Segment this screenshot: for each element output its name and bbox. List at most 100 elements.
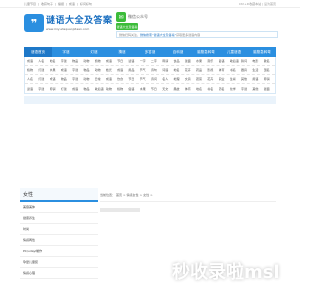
category-link[interactable]: 成语	[106, 59, 117, 63]
sidebar-item[interactable]: 情感两性	[20, 235, 98, 246]
nav-item[interactable]: 猜谜	[108, 47, 136, 57]
sidebar-item[interactable]: 健康养生	[20, 213, 98, 224]
sidebar-item[interactable]: 情感心理	[20, 268, 98, 279]
category-link[interactable]: 国名	[264, 68, 275, 72]
category-link[interactable]: 字谜	[61, 59, 72, 63]
sidebar-item[interactable]: 孕婴儿童装	[20, 257, 98, 268]
top-link[interactable]: 播报	[58, 2, 64, 6]
crumb-link[interactable]: 女性	[143, 193, 149, 197]
category-link[interactable]: 字谜	[72, 68, 83, 72]
nav-item[interactable]: 脑筋急转弯	[192, 47, 220, 57]
nav-item[interactable]: 多答谜	[136, 47, 164, 57]
category-link[interactable]: 化学	[230, 87, 241, 91]
category-link[interactable]: 物品	[61, 77, 72, 81]
category-link[interactable]: 谜面	[185, 59, 196, 63]
category-link[interactable]: 地名	[196, 87, 207, 91]
category-link[interactable]: 花卉	[207, 77, 218, 81]
sidebar-item[interactable]: 时尚	[20, 224, 98, 235]
category-link[interactable]: 词语	[162, 68, 173, 72]
category-link[interactable]: 生活	[252, 68, 263, 72]
category-link[interactable]: 字谜	[72, 77, 83, 81]
category-link[interactable]: 诗句	[151, 68, 162, 72]
category-link[interactable]: 其他	[241, 77, 252, 81]
category-link[interactable]: 水果	[50, 68, 61, 72]
category-link[interactable]: 书名	[207, 87, 218, 91]
category-link[interactable]: 地名	[173, 68, 184, 72]
category-link[interactable]: 字谜	[241, 87, 252, 91]
category-link[interactable]: 书名	[230, 68, 241, 72]
sidebar-item[interactable]: 美容美体	[20, 202, 98, 213]
category-link[interactable]: 植物	[27, 68, 38, 72]
top-link[interactable]: 好词好句	[80, 2, 92, 6]
category-link[interactable]: 成语	[117, 68, 128, 72]
category-link[interactable]: 歌名	[264, 59, 275, 63]
category-link[interactable]: 水果	[196, 59, 207, 63]
category-link[interactable]: 用语	[252, 77, 263, 81]
category-link[interactable]: 人名	[38, 59, 49, 63]
category-link[interactable]: 二字	[151, 59, 162, 63]
category-link[interactable]: 物品	[72, 59, 83, 63]
category-link[interactable]: 成语	[50, 77, 61, 81]
category-link[interactable]: 节气	[140, 77, 151, 81]
category-link[interactable]: 饮食	[117, 77, 128, 81]
category-link[interactable]: 影视	[207, 68, 218, 72]
category-link[interactable]: 电影	[252, 59, 263, 63]
category-link[interactable]: 猜词	[241, 59, 252, 63]
category-link[interactable]: 谜面	[264, 87, 275, 91]
crumb-link[interactable]: 首页	[116, 193, 122, 197]
nav-item[interactable]: 百科谜	[164, 47, 192, 57]
category-link[interactable]: 植物	[95, 59, 106, 63]
category-link[interactable]: 人名	[27, 77, 38, 81]
nav-item[interactable]: 儿童谜语	[220, 47, 248, 57]
nav-item[interactable]: 字谜	[52, 47, 80, 57]
category-link[interactable]: 体育	[219, 68, 230, 72]
category-link[interactable]: 成语	[106, 77, 117, 81]
category-link[interactable]: 成语	[61, 68, 72, 72]
category-link[interactable]: 日常	[95, 77, 106, 81]
nav-item[interactable]: 灯谜	[80, 47, 108, 57]
category-link[interactable]: 地理	[173, 77, 184, 81]
category-link[interactable]: 物品	[83, 87, 94, 91]
category-link[interactable]: 节气	[140, 68, 151, 72]
category-link[interactable]: 字谜	[38, 87, 49, 91]
category-link[interactable]: 职业	[219, 77, 230, 81]
category-link[interactable]: 灯谜	[61, 87, 72, 91]
category-link[interactable]: 成语	[72, 87, 83, 91]
category-link[interactable]: 节日	[151, 87, 162, 91]
category-link[interactable]: 药品	[196, 68, 207, 72]
bookmark-links[interactable]: Ctrl+D收藏本站 | 设为首页	[239, 2, 276, 6]
category-link[interactable]: 一字	[140, 59, 151, 63]
category-link[interactable]: 其他	[252, 87, 263, 91]
category-link[interactable]: 称谓	[162, 59, 173, 63]
category-link[interactable]: 灯谜	[38, 77, 49, 81]
category-link[interactable]: 植物	[117, 87, 128, 91]
category-link[interactable]: 生肖	[230, 77, 241, 81]
category-link[interactable]: 称谓	[264, 77, 275, 81]
category-link[interactable]: 动物	[95, 68, 106, 72]
category-link[interactable]: 名人	[162, 77, 173, 81]
category-link[interactable]: 俗语	[219, 59, 230, 63]
category-link[interactable]: 动物	[83, 77, 94, 81]
category-link[interactable]: 动物	[83, 59, 94, 63]
category-link[interactable]: 谚语	[27, 87, 38, 91]
category-link[interactable]: 药名	[219, 87, 230, 91]
category-link[interactable]: 诗词	[151, 77, 162, 81]
category-link[interactable]: 成语	[27, 59, 38, 63]
category-link[interactable]: 水果	[140, 87, 151, 91]
category-link[interactable]: 歇后语	[95, 87, 106, 91]
crumb-link[interactable]: 情感女性	[127, 193, 139, 197]
nav-item[interactable]: 谜语首页	[24, 47, 52, 57]
category-link[interactable]: 动物	[106, 87, 117, 91]
top-link[interactable]: 儿童节目	[24, 2, 36, 6]
category-link[interactable]: 天文	[162, 87, 173, 91]
category-link[interactable]: 食品	[173, 59, 184, 63]
category-link[interactable]: 蔬菜	[196, 77, 207, 81]
site-logo[interactable]: ❞ 谜语大全及答案 www.miyudaquanjidaan.com	[24, 14, 113, 32]
category-link[interactable]: 典故	[173, 87, 184, 91]
category-link[interactable]: 歇后语	[230, 59, 241, 63]
category-link[interactable]: 地名	[50, 59, 61, 63]
top-link[interactable]: 成语	[69, 2, 75, 6]
category-link[interactable]: 俗语	[128, 87, 139, 91]
category-link[interactable]: 文具	[185, 77, 196, 81]
category-link[interactable]: 节日	[128, 77, 139, 81]
